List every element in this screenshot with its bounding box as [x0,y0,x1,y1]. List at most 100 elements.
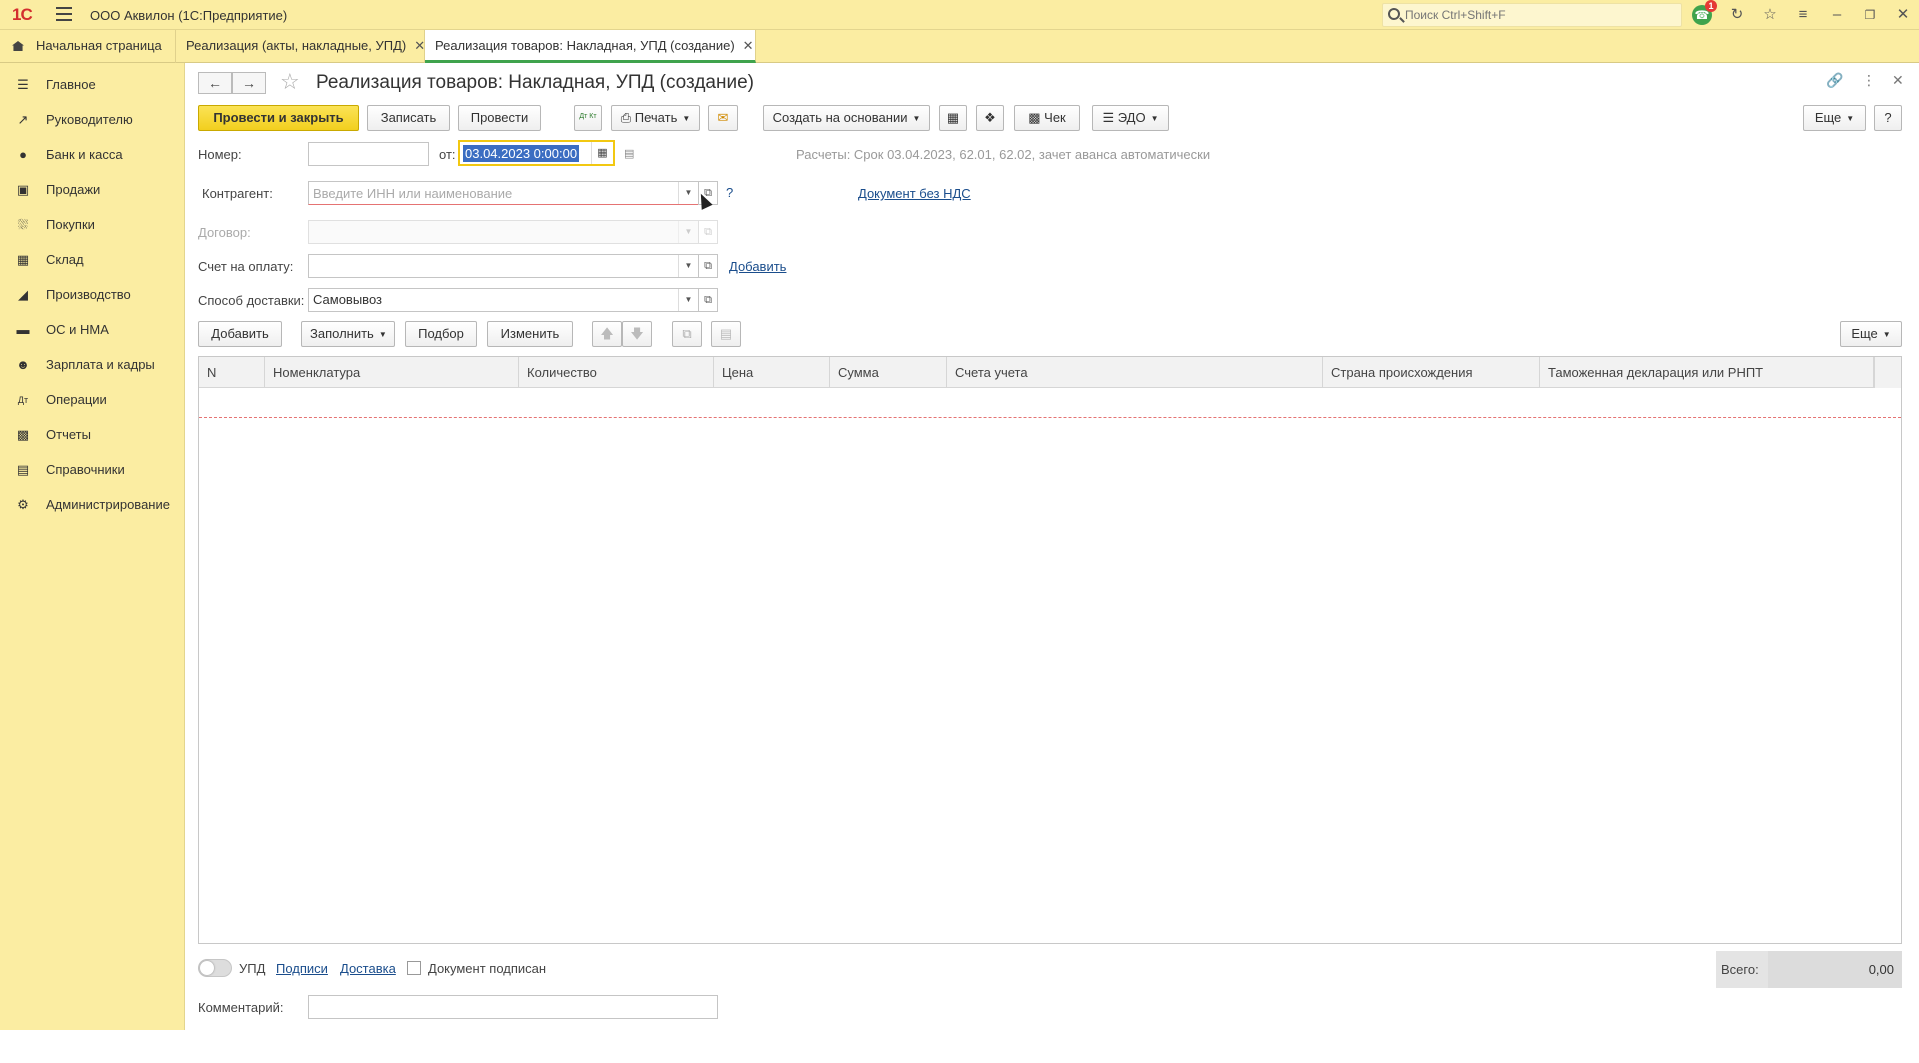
column-header-country[interactable]: Страна происхождения [1323,357,1540,388]
tab-sales-document[interactable]: Реализация товаров: Накладная, УПД (созд… [425,30,756,63]
close-window-icon[interactable]: ✕ [1892,4,1914,26]
hierarchy-icon: ▦ [946,110,960,125]
paste-rows-button[interactable]: ▤ [711,321,741,347]
favorites-star-icon[interactable]: ☆ [1759,4,1781,26]
date-field[interactable]: 03.04.2023 0:00:00 ▦ [458,140,615,166]
upd-toggle[interactable] [198,959,232,977]
delivery-link[interactable]: Доставка [340,961,396,976]
column-header-accounts[interactable]: Счета учета [947,357,1323,388]
date-value[interactable]: 03.04.2023 0:00:00 [463,145,580,162]
sidebar-item-salary[interactable]: ☻ Зарплата и кадры [0,347,184,382]
close-tab-icon[interactable]: ✕ [414,38,425,53]
column-header-price[interactable]: Цена [714,357,830,388]
close-tab-icon[interactable]: ✕ [743,38,754,53]
no-vat-link[interactable]: Документ без НДС [858,186,971,201]
debit-credit-button[interactable]: Дт Кт [574,105,602,131]
contract-label: Договор: [198,225,251,240]
minimize-icon[interactable]: – [1826,4,1848,26]
favorite-star-icon[interactable]: ☆ [280,69,300,95]
send-email-button[interactable]: ✉ [708,105,738,131]
save-button[interactable]: Записать [367,105,450,131]
counterparty-help-icon[interactable]: ? [726,185,733,200]
table-scrollbar-corner [1874,357,1901,388]
comment-field[interactable] [308,995,718,1019]
warehouse-grid-icon: ▦ [16,252,30,267]
table-fill-button[interactable]: Заполнить ▼ [301,321,395,347]
column-header-quantity[interactable]: Количество [519,357,714,388]
post-and-close-button[interactable]: Провести и закрыть [198,105,359,131]
table-change-button[interactable]: Изменить [487,321,573,347]
notifications-bell-icon[interactable]: ☎ 1 [1692,0,1717,25]
copy-rows-button[interactable]: ⧉ [672,321,702,347]
paperclip-icon: ❖ [984,110,996,125]
more-vertical-icon[interactable]: ⋮ [1862,72,1876,89]
edo-button[interactable]: ☰ ЭДО ▼ [1092,105,1169,131]
number-settings-icon[interactable]: ▤ [624,147,634,160]
invoice-open-button[interactable]: ⧉ [698,254,718,278]
chevron-down-icon[interactable]: ▼ [678,289,698,311]
create-based-on-button[interactable]: Создать на основании ▼ [763,105,930,131]
sidebar-item-warehouse[interactable]: ▦ Склад [0,242,184,277]
main-menu-icon[interactable] [56,7,72,21]
sidebar-item-sales[interactable]: ▣ Продажи [0,172,184,207]
help-button[interactable]: ? [1874,105,1902,131]
column-header-sum[interactable]: Сумма [830,357,947,388]
comment-input[interactable] [313,996,717,1018]
invoice-field[interactable]: ▼ [308,254,699,278]
document-signed-checkbox[interactable] [407,961,421,975]
sidebar-item-reports[interactable]: ▩ Отчеты [0,417,184,452]
history-icon[interactable]: ↻ [1726,4,1748,26]
post-button[interactable]: Провести [458,105,541,131]
sidebar-item-bank[interactable]: ● Банк и касса [0,137,184,172]
global-search[interactable] [1382,3,1682,27]
link-icon[interactable]: 🔗 [1826,72,1843,89]
table-row-empty[interactable] [199,388,1901,418]
receipt-check-button[interactable]: ▩ Чек [1014,105,1080,131]
settlements-info[interactable]: Расчеты: Срок 03.04.2023, 62.01, 62.02, … [796,147,1210,162]
column-header-nomenclature[interactable]: Номенклатура [265,357,519,388]
structure-button[interactable]: ▦ [939,105,967,131]
move-up-button[interactable]: 🡅 [592,321,622,347]
restore-icon[interactable]: ❐ [1859,4,1881,26]
open-link-icon: ⧉ [704,260,712,272]
sidebar-item-catalogs[interactable]: ▤ Справочники [0,452,184,487]
table-add-button[interactable]: Добавить [198,321,282,347]
number-input[interactable] [313,143,428,165]
table-pick-button[interactable]: Подбор [405,321,477,347]
number-field[interactable] [308,142,429,166]
close-form-icon[interactable]: ✕ [1892,72,1904,89]
delivery-method-field[interactable]: Самовывоз ▼ [308,288,699,312]
move-down-button[interactable]: 🡇 [622,321,652,347]
sidebar-item-main[interactable]: ☰ Главное [0,67,184,102]
counterparty-input[interactable] [313,182,698,204]
column-header-n[interactable]: N [199,357,265,388]
signatures-link[interactable]: Подписи [276,961,328,976]
goods-table[interactable]: N Номенклатура Количество Цена Сумма Сче… [198,356,1902,944]
table-header: N Номенклатура Количество Цена Сумма Сче… [199,357,1901,388]
search-input[interactable] [1405,4,1665,26]
chevron-down-icon[interactable]: ▼ [678,255,698,277]
sidebar-item-fixed-assets[interactable]: ▬ ОС и НМА [0,312,184,347]
functions-menu-icon[interactable]: ≡ [1792,4,1814,26]
sidebar-item-administration[interactable]: ⚙ Администрирование [0,487,184,522]
calendar-icon[interactable]: ▦ [591,142,613,164]
forward-button[interactable]: → [232,72,266,94]
more-button[interactable]: Еще ▼ [1803,105,1866,131]
table-more-button[interactable]: Еще ▼ [1840,321,1902,347]
cart-icon: ⛆ [17,217,29,232]
invoice-add-link[interactable]: Добавить [729,259,786,274]
column-header-customs-declaration[interactable]: Таможенная декларация или РНПТ [1540,357,1874,388]
attach-file-button[interactable]: ❖ [976,105,1004,131]
sidebar-item-director[interactable]: ↗ Руководителю [0,102,184,137]
print-button[interactable]: ⎙ Печать ▼ [611,105,700,131]
sidebar-item-production[interactable]: ◢ Производство [0,277,184,312]
tab-home[interactable]: Начальная страница [0,30,176,63]
counterparty-field[interactable]: ▼ [308,181,699,205]
home-icon [12,41,24,51]
sidebar-item-operations[interactable]: Дт Операции [0,382,184,417]
tab-sales-list[interactable]: Реализация (акты, накладные, УПД) ✕ [176,30,425,63]
back-button[interactable]: ← [198,72,232,94]
chevron-down-icon[interactable]: ▼ [678,182,698,204]
delivery-open-button[interactable]: ⧉ [698,288,718,312]
sidebar-item-purchases[interactable]: ⛆ Покупки [0,207,184,242]
